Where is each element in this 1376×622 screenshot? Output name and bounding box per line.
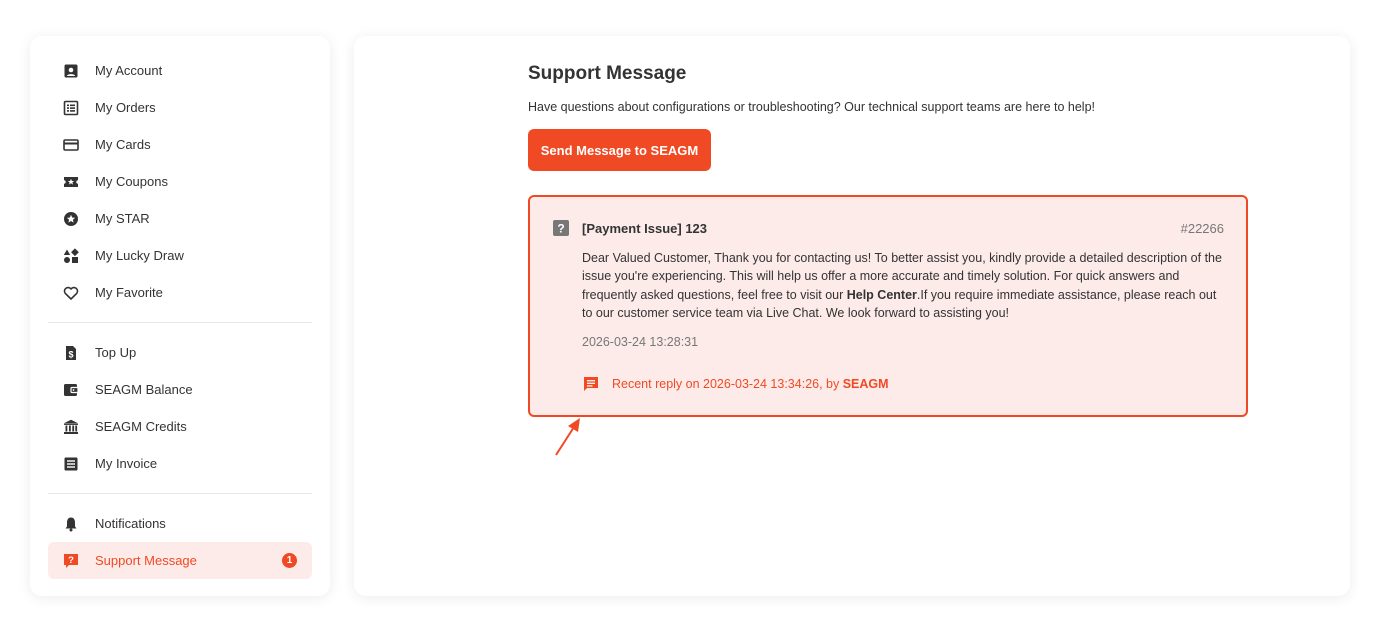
- sidebar-item-label: My Account: [95, 63, 163, 78]
- sidebar-item-my-favorite[interactable]: My Favorite: [48, 274, 312, 311]
- support-ticket-card[interactable]: ? [Payment Issue] 123 #22266 Dear Valued…: [528, 195, 1248, 417]
- sidebar-divider: [48, 493, 312, 494]
- bell-icon: [62, 515, 80, 533]
- heart-icon: [62, 284, 80, 302]
- svg-text:?: ?: [557, 222, 564, 236]
- help-center-link[interactable]: Help Center: [847, 288, 917, 302]
- sidebar-item-my-account[interactable]: My Account: [48, 52, 312, 89]
- sidebar-item-label: Support Message: [95, 553, 197, 568]
- recent-reply: Recent reply on 2026-03-24 13:34:26, by …: [612, 377, 889, 391]
- sidebar-item-label: My Coupons: [95, 174, 168, 189]
- sidebar-item-label: SEAGM Balance: [95, 382, 193, 397]
- account-sidebar: My Account My Orders My Cards My Coupons My …: [30, 36, 330, 596]
- svg-text:$: $: [68, 349, 73, 359]
- page-description: Have questions about configurations or t…: [528, 100, 1096, 114]
- invoice-icon: [62, 455, 80, 473]
- main-panel: Support Message Have questions about con…: [354, 36, 1350, 596]
- send-message-button[interactable]: Send Message to SEAGM: [528, 129, 711, 171]
- sidebar-item-label: My Lucky Draw: [95, 248, 184, 263]
- svg-text:?: ?: [68, 555, 74, 566]
- sidebar-item-label: Notifications: [95, 516, 166, 531]
- message-reply-icon: [584, 377, 598, 391]
- sidebar-item-my-coupons[interactable]: My Coupons: [48, 163, 312, 200]
- credit-card-icon: [62, 136, 80, 154]
- ticket-date: 2026-03-24 13:28:31: [582, 335, 699, 349]
- sidebar-item-my-cards[interactable]: My Cards: [48, 126, 312, 163]
- dollar-doc-icon: $: [62, 344, 80, 362]
- sidebar-item-notifications[interactable]: Notifications: [48, 505, 312, 542]
- sidebar-item-label: Top Up: [95, 345, 137, 360]
- sidebar-item-label: My Invoice: [95, 456, 158, 471]
- support-question-icon: ?: [62, 552, 80, 570]
- unread-count-badge: 1: [282, 553, 297, 568]
- ticket-subject: [Payment Issue] 123: [582, 221, 708, 236]
- sidebar-item-my-star[interactable]: My STAR: [48, 200, 312, 237]
- list-box-icon: [62, 99, 80, 117]
- sidebar-item-my-orders[interactable]: My Orders: [48, 89, 312, 126]
- sidebar-item-support-message[interactable]: ? Support Message 1: [48, 542, 312, 579]
- ticket-id: #22266: [1180, 221, 1224, 236]
- sidebar-item-label: My Cards: [95, 137, 151, 152]
- sidebar-item-top-up[interactable]: $ Top Up: [48, 334, 312, 371]
- sidebar-item-my-invoice[interactable]: My Invoice: [48, 445, 312, 482]
- shapes-icon: [62, 247, 80, 265]
- question-box-icon: ?: [553, 220, 569, 236]
- sidebar-item-my-lucky-draw[interactable]: My Lucky Draw: [48, 237, 312, 274]
- sidebar-item-label: My Orders: [95, 100, 156, 115]
- account-box-icon: [62, 62, 80, 80]
- star-circle-icon: [62, 210, 80, 228]
- sidebar-item-label: SEAGM Credits: [95, 419, 187, 434]
- sidebar-item-seagm-credits[interactable]: SEAGM Credits: [48, 408, 312, 445]
- sidebar-divider: [48, 322, 312, 323]
- sidebar-item-label: My STAR: [95, 211, 150, 226]
- coupon-ticket-icon: [62, 173, 80, 191]
- recent-reply-text: Recent reply on 2026-03-24 13:34:26, by: [612, 377, 843, 391]
- sidebar-item-seagm-balance[interactable]: SEAGM Balance: [48, 371, 312, 408]
- sidebar-item-label: My Favorite: [95, 285, 163, 300]
- page-title: Support Message: [528, 63, 687, 84]
- bank-icon: [62, 418, 80, 436]
- ticket-body: Dear Valued Customer, Thank you for cont…: [582, 249, 1227, 322]
- reply-author: SEAGM: [842, 377, 889, 391]
- wallet-icon: [62, 381, 80, 399]
- annotation-arrow-icon: [555, 418, 580, 456]
